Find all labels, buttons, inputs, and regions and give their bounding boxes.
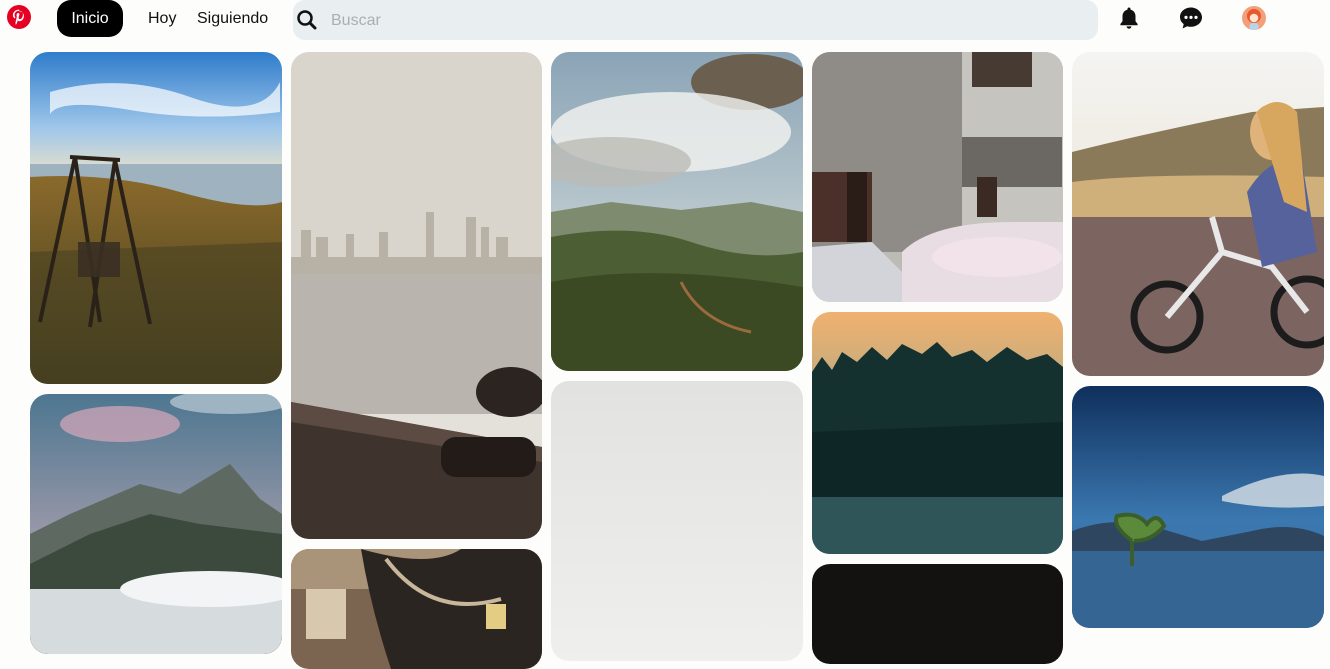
tab-inicio[interactable]: Inicio [57, 0, 123, 37]
pin-girl-bicycle[interactable] [1072, 52, 1324, 376]
pin-grey-mist[interactable] [551, 381, 803, 661]
pin-vintage-sewing-machine[interactable] [291, 549, 542, 669]
pinterest-logo-icon[interactable] [7, 5, 31, 29]
tab-hoy[interactable]: Hoy [148, 0, 176, 37]
search-icon [296, 9, 318, 31]
search-bar[interactable] [293, 0, 1098, 42]
avatar[interactable] [1242, 6, 1266, 30]
pin-foggy-city-bay[interactable] [291, 52, 542, 539]
pin-mountain-fog[interactable] [30, 394, 282, 654]
pin-old-house-cars[interactable] [812, 52, 1063, 302]
tab-siguiendo[interactable]: Siguiendo [197, 0, 268, 37]
pin-valley-clouds[interactable] [551, 52, 803, 371]
bell-icon[interactable] [1116, 5, 1142, 31]
chat-icon[interactable] [1178, 5, 1204, 31]
pin-forest-dusk[interactable] [812, 312, 1063, 554]
pin-swing-lake[interactable] [30, 52, 282, 384]
top-nav-bar: Inicio Hoy Siguiendo [0, 0, 1330, 42]
pin-dark-pin[interactable] [812, 564, 1063, 664]
search-input[interactable] [329, 0, 1073, 42]
pin-lake-tree[interactable] [1072, 386, 1324, 628]
